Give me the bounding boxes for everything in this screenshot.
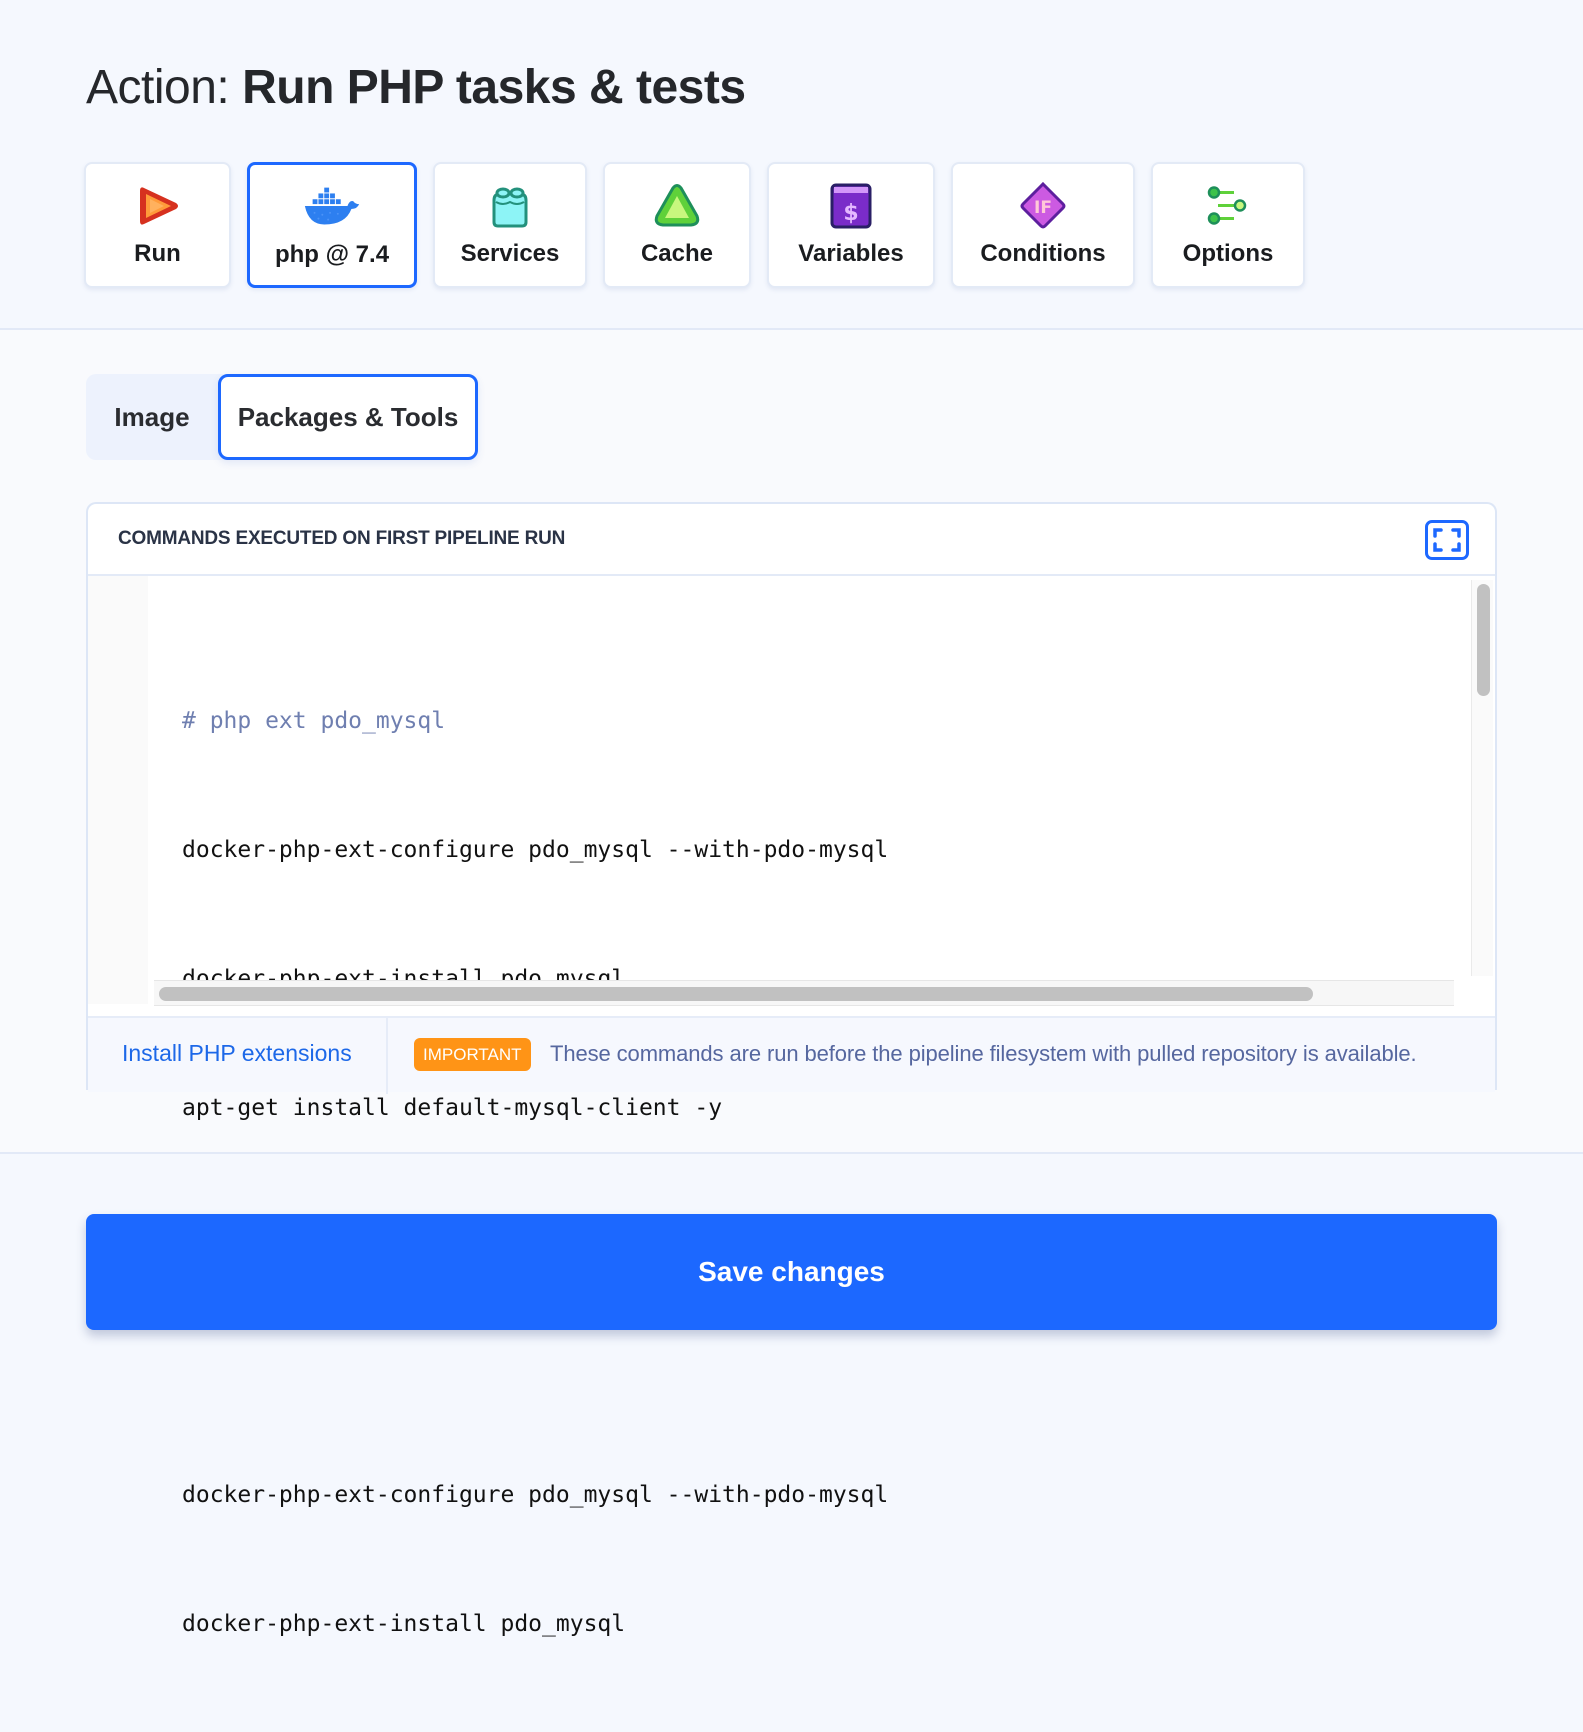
save-changes-button[interactable]: Save changes <box>86 1214 1497 1330</box>
vertical-scroll-thumb[interactable] <box>1477 584 1490 696</box>
play-icon <box>139 187 178 225</box>
tab-services-label: Services <box>460 240 560 267</box>
important-badge: IMPORTANT <box>414 1038 531 1071</box>
footer-divider <box>386 1018 388 1094</box>
page-title: Action: Run PHP tasks & tests <box>86 58 746 118</box>
tab-run[interactable]: Run <box>84 162 231 288</box>
action-header: Action: Run PHP tasks & tests Run php @ … <box>0 0 1583 330</box>
tab-cache[interactable]: Cache <box>603 162 751 288</box>
commands-panel-footer: Install PHP extensions IMPORTANT These c… <box>88 1016 1495 1094</box>
svg-text:IF: IF <box>1034 198 1052 218</box>
sliders-icon <box>1207 186 1247 225</box>
code-line: # php ext pdo_mysql <box>182 708 446 734</box>
tab-variables-label: Variables <box>798 240 904 267</box>
install-php-extensions-link[interactable]: Install PHP extensions <box>122 1040 352 1067</box>
lego-brick-icon <box>492 187 528 228</box>
footer-note: These commands are run before the pipeli… <box>550 1041 1417 1066</box>
tab-conditions-label: Conditions <box>980 240 1106 267</box>
tab-run-label: Run <box>134 240 181 267</box>
horizontal-scrollbar[interactable] <box>154 980 1454 1006</box>
code-editor[interactable]: # php ext pdo_mysql docker-php-ext-confi… <box>88 576 1495 1637</box>
subtab-image[interactable]: Image <box>86 374 218 460</box>
svg-text:$: $ <box>843 201 858 226</box>
tab-services[interactable]: Services <box>433 162 587 288</box>
fullscreen-icon <box>1433 528 1461 552</box>
tab-cache-label: Cache <box>640 240 714 267</box>
code-line: apt-get install default-mysql-client -y <box>182 1095 723 1121</box>
tab-variables[interactable]: $ Variables <box>767 162 935 288</box>
subtab-packages-tools[interactable]: Packages & Tools <box>218 374 478 460</box>
fullscreen-button[interactable] <box>1425 520 1469 560</box>
commands-panel: COMMANDS EXECUTED ON FIRST PIPELINE RUN … <box>86 502 1497 1637</box>
footer-bar: Save changes <box>0 1152 1583 1385</box>
tab-php-label: php @ 7.4 <box>274 241 390 268</box>
commands-panel-title: COMMANDS EXECUTED ON FIRST PIPELINE RUN <box>118 528 566 549</box>
code-line: docker-php-ext-configure pdo_mysql --wit… <box>182 837 889 863</box>
commands-panel-header: COMMANDS EXECUTED ON FIRST PIPELINE RUN <box>88 504 1495 576</box>
vertical-scrollbar[interactable] <box>1471 580 1493 976</box>
if-diamond-icon: IF <box>1020 182 1066 229</box>
tab-options[interactable]: Options <box>1151 162 1305 288</box>
docker-whale-icon <box>304 187 360 225</box>
horizontal-scroll-thumb[interactable] <box>159 987 1313 1001</box>
dollar-book-icon: $ <box>830 183 872 229</box>
cache-triangle-icon <box>654 184 700 227</box>
editor-gutter <box>88 576 148 1004</box>
sub-tabs: Image Packages & Tools <box>86 374 478 460</box>
code-line: docker-php-ext-install pdo_mysql <box>182 1611 626 1637</box>
tab-conditions[interactable]: IF Conditions <box>951 162 1135 288</box>
code-line: docker-php-ext-configure pdo_mysql --wit… <box>182 1482 889 1508</box>
title-prefix: Action: <box>86 61 230 114</box>
tab-php-image[interactable]: php @ 7.4 <box>247 162 417 288</box>
action-name: Run PHP tasks & tests <box>242 61 746 114</box>
tab-options-label: Options <box>1182 240 1274 267</box>
